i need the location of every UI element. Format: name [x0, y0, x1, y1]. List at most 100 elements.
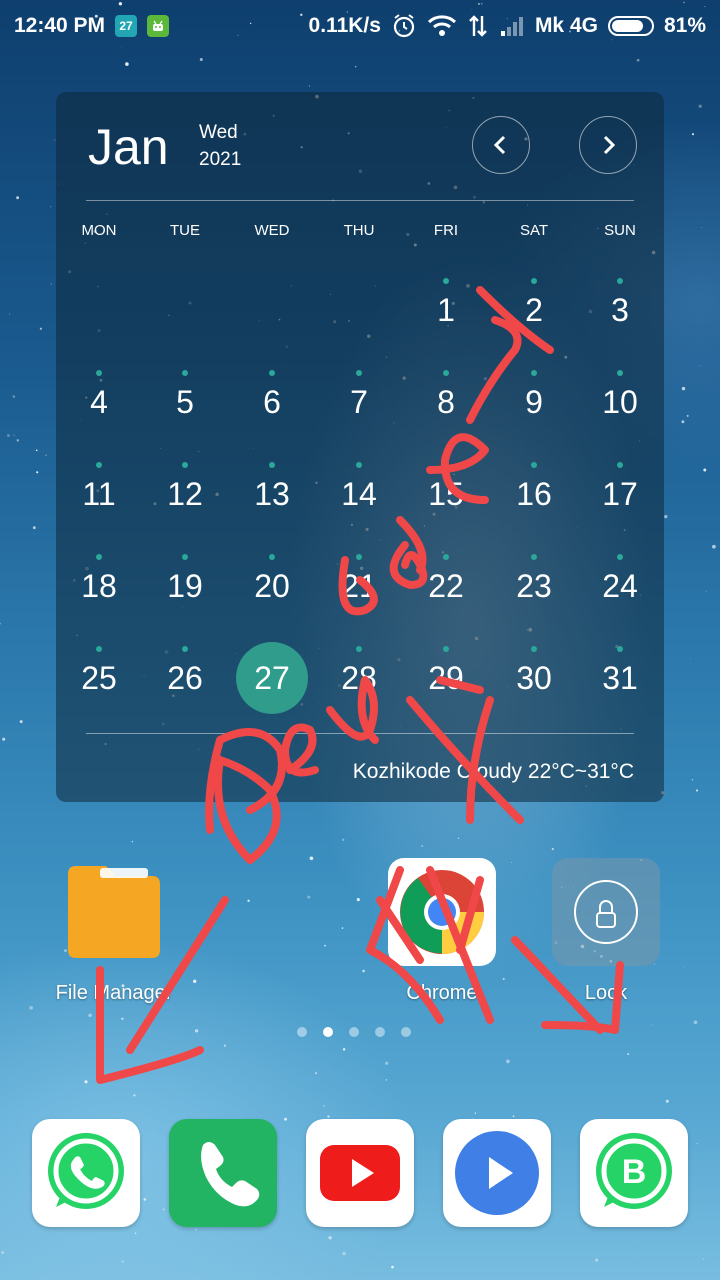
calendar-day[interactable]: 2 [499, 292, 569, 328]
event-dot [443, 646, 449, 652]
file-manager-app-icon[interactable] [60, 858, 168, 966]
calendar-day[interactable]: 21 [324, 568, 394, 604]
battery-icon [607, 16, 654, 36]
video-player-app-icon[interactable] [443, 1119, 551, 1227]
network-speed: 0.11K/s [308, 14, 381, 37]
calendar-day[interactable]: 3 [585, 292, 655, 328]
calendar-day[interactable]: 8 [411, 384, 481, 420]
calendar-day[interactable]: 31 [585, 660, 655, 696]
whatsapp-business-app-icon[interactable]: B [580, 1119, 688, 1227]
event-dot [617, 462, 623, 468]
event-dot [182, 462, 188, 468]
event-dot [443, 278, 449, 284]
event-dot [96, 554, 102, 560]
calendar-day[interactable]: 18 [64, 568, 134, 604]
event-dot [269, 370, 275, 376]
calendar-day[interactable]: 11 [64, 476, 134, 512]
calendar-notification-icon: 27 [115, 15, 138, 37]
youtube-app-icon[interactable] [306, 1119, 414, 1227]
calendar-day[interactable]: 17 [585, 476, 655, 512]
chrome-label: Chrome [406, 982, 478, 1004]
event-dot [531, 370, 537, 376]
calendar-day[interactable]: 10 [585, 384, 655, 420]
page-indicator[interactable] [297, 1027, 411, 1037]
event-dot [182, 370, 188, 376]
weekday-label-tue: TUE [170, 222, 200, 239]
event-dot [617, 370, 623, 376]
event-dot [617, 646, 623, 652]
lock-label: Lock [584, 982, 628, 1004]
page-dot-active[interactable] [323, 1027, 333, 1037]
calendar-day[interactable]: 29 [411, 660, 481, 696]
calendar-day[interactable]: 30 [499, 660, 569, 696]
phone-app-icon[interactable] [169, 1119, 277, 1227]
page-dot[interactable] [401, 1027, 411, 1037]
calendar-day[interactable]: 5 [150, 384, 220, 420]
event-dot [182, 554, 188, 560]
weekday-label-mon: MON [81, 222, 117, 239]
event-dot [96, 370, 102, 376]
page-dot[interactable] [297, 1027, 307, 1037]
data-transfer-icon [469, 15, 487, 37]
chrome-app-icon[interactable] [388, 858, 496, 966]
calendar-day[interactable]: 27 [237, 660, 307, 696]
weekday-label-thu: THU [343, 222, 375, 239]
calendar-day[interactable]: 19 [150, 568, 220, 604]
battery-percent: 81% [663, 14, 706, 37]
carrier-label: Mk 4G [534, 14, 598, 37]
calendar-widget[interactable]: Jan Wed 2021 MON TUE WED THU FRI SAT SUN 12345… [56, 92, 664, 802]
event-dot [356, 462, 362, 468]
previous-month-button[interactable] [472, 116, 530, 174]
status-bar: 12:40 PM 27 0.11K/s Mk 4G 81% [0, 0, 720, 52]
calendar-day[interactable]: 9 [499, 384, 569, 420]
calendar-day[interactable]: 23 [499, 568, 569, 604]
event-dot [531, 278, 537, 284]
calendar-day[interactable]: 14 [324, 476, 394, 512]
event-dot [443, 554, 449, 560]
calendar-weekday: Wed [199, 122, 238, 143]
calendar-day[interactable]: 12 [150, 476, 220, 512]
calendar-divider [86, 733, 634, 734]
calendar-day[interactable]: 24 [585, 568, 655, 604]
weekday-label-wed: WED [254, 222, 290, 239]
chevron-right-icon [603, 135, 616, 155]
weather-info: Kozhikode Cloudy 22°C~31°C [352, 760, 634, 783]
event-dot [531, 646, 537, 652]
file-manager-label: File Manager [55, 982, 173, 1004]
calendar-day[interactable]: 6 [237, 384, 307, 420]
calendar-day[interactable]: 4 [64, 384, 134, 420]
event-dot [443, 370, 449, 376]
calendar-day[interactable]: 20 [237, 568, 307, 604]
event-dot [269, 554, 275, 560]
event-dot [356, 554, 362, 560]
lock-app-icon[interactable] [552, 858, 660, 966]
wifi-icon [427, 15, 456, 36]
event-dot [269, 462, 275, 468]
event-dot [531, 554, 537, 560]
calendar-day[interactable]: 22 [411, 568, 481, 604]
clock: 12:40 PM [14, 14, 106, 37]
page-dot[interactable] [349, 1027, 359, 1037]
alarm-icon [393, 14, 415, 38]
chevron-left-icon [493, 135, 506, 155]
calendar-day[interactable]: 15 [411, 476, 481, 512]
calendar-day[interactable]: 13 [237, 476, 307, 512]
whatsapp-app-icon[interactable] [32, 1119, 140, 1227]
calendar-day[interactable]: 26 [150, 660, 220, 696]
calendar-day[interactable]: 25 [64, 660, 134, 696]
calendar-day[interactable]: 1 [411, 292, 481, 328]
event-dot [531, 462, 537, 468]
event-dot [182, 646, 188, 652]
calendar-day[interactable]: 16 [499, 476, 569, 512]
calendar-day[interactable]: 28 [324, 660, 394, 696]
signal-icon [500, 17, 523, 36]
event-dot [617, 278, 623, 284]
page-dot[interactable] [375, 1027, 385, 1037]
event-dot [96, 646, 102, 652]
svg-text:B: B [622, 1153, 647, 1191]
calendar-day[interactable]: 7 [324, 384, 394, 420]
next-month-button[interactable] [579, 116, 637, 174]
android-notification-icon [147, 15, 170, 37]
event-dot [356, 646, 362, 652]
event-dot [356, 370, 362, 376]
